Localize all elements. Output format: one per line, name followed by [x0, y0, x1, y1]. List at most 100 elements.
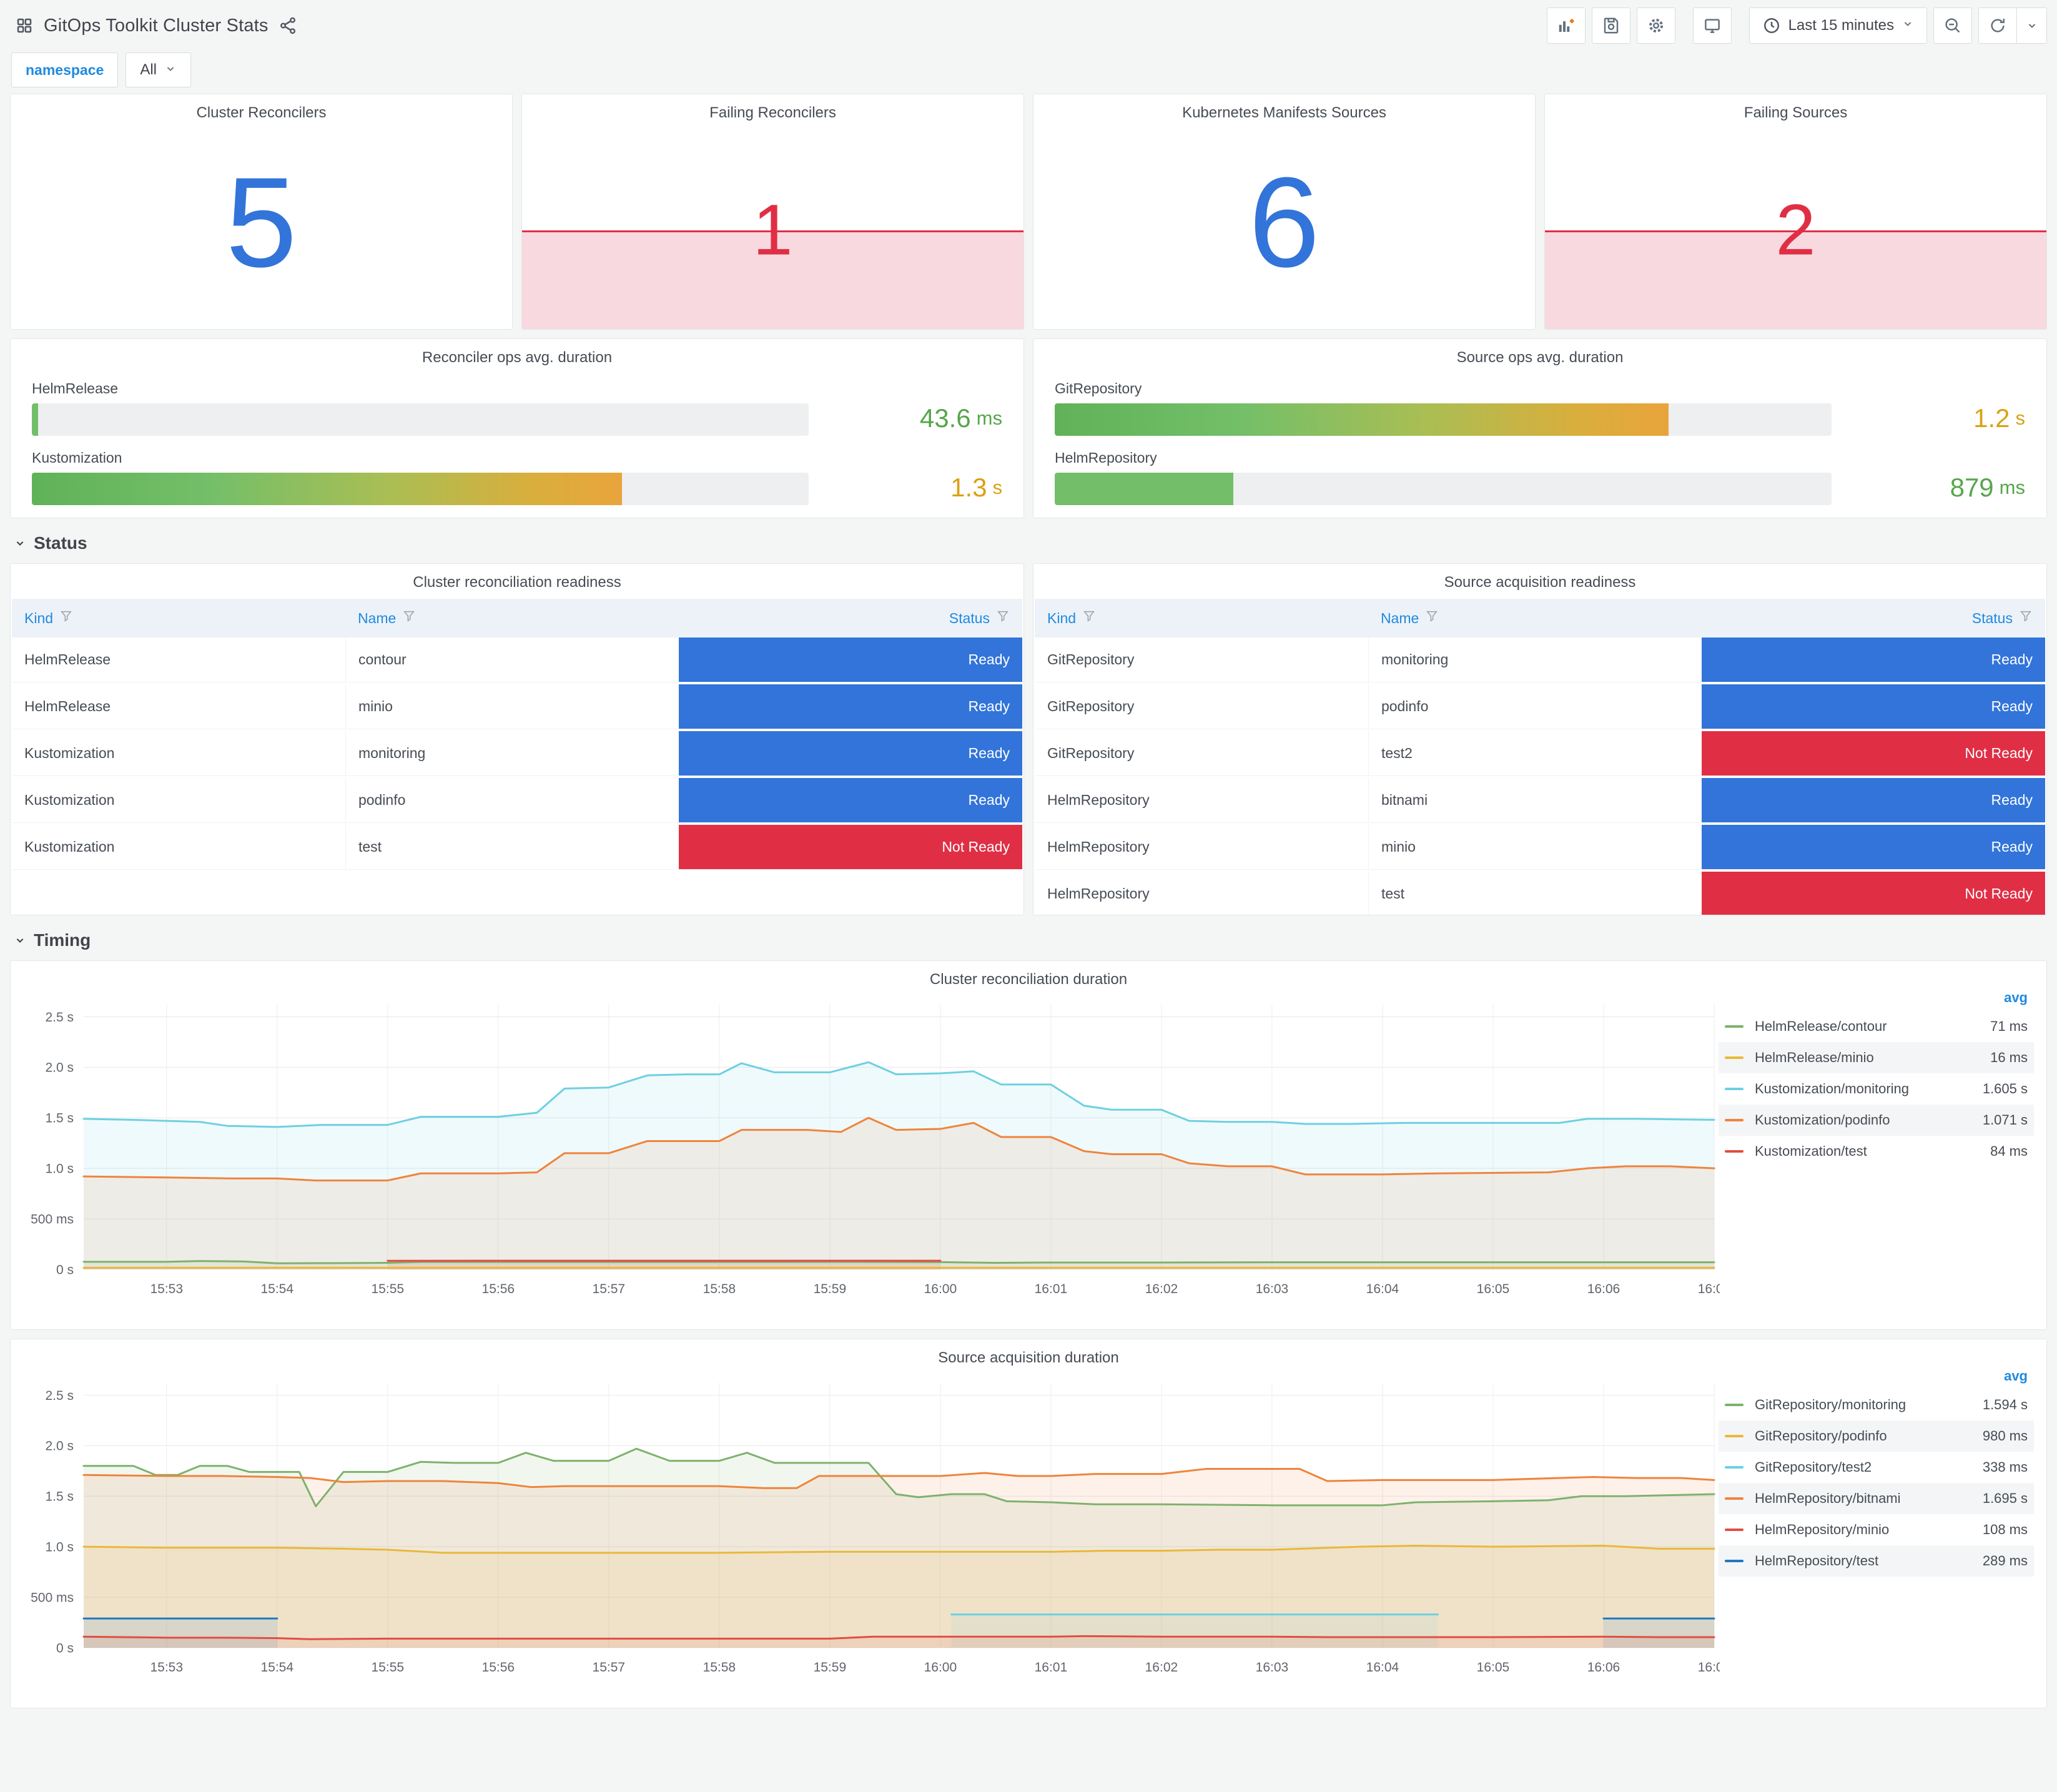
legend-item-helmrepository-bitnami[interactable]: HelmRepository/bitnami 1.695 s: [1719, 1483, 2034, 1514]
filter-icon[interactable]: [59, 609, 73, 627]
legend-item-helmrelease-contour[interactable]: HelmRelease/contour 71 ms: [1719, 1011, 2034, 1042]
timeseries-plot[interactable]: 0 s 500 ms 1.0 s 1.5 s 2.0 s 2.5 s 15:53 15:54 1…: [18, 1374, 1720, 1681]
time-range-picker[interactable]: Last 15 minutes: [1749, 7, 1927, 44]
apps-icon[interactable]: [15, 16, 34, 35]
legend-avg-value: 1.695 s: [1982, 1490, 2028, 1506]
clock-icon: [1762, 16, 1781, 35]
panel-title: Cluster reconciliation duration: [929, 971, 1128, 988]
legend-series-name: Kustomization/monitoring: [1755, 1081, 1910, 1096]
column-header-status[interactable]: Status: [1702, 599, 2045, 638]
svg-text:1.0 s: 1.0 s: [45, 1162, 74, 1176]
table-cell: test: [345, 825, 679, 869]
legend-swatch: [1725, 1150, 1744, 1153]
refresh-interval-dropdown[interactable]: [2017, 7, 2047, 44]
table-cell: HelmRepository: [1035, 872, 1368, 915]
filter-icon[interactable]: [1082, 609, 1096, 627]
namespace-variable-value-dropdown[interactable]: All: [126, 52, 191, 87]
legend-item-gitrepository-monitoring[interactable]: GitRepository/monitoring 1.594 s: [1719, 1389, 2034, 1420]
column-header-kind[interactable]: Kind: [1035, 599, 1368, 638]
legend-item-kustomization-podinfo[interactable]: Kustomization/podinfo 1.071 s: [1719, 1105, 2034, 1136]
save-dashboard-button[interactable]: [1591, 7, 1630, 44]
svg-text:16:02: 16:02: [1145, 1282, 1178, 1296]
gauge-value: 1.3 s: [821, 471, 1002, 504]
table-row: HelmRepository bitnami Ready: [1035, 778, 2045, 823]
legend-item-gitrepository-podinfo[interactable]: GitRepository/podinfo 980 ms: [1719, 1420, 2034, 1452]
legend-series-name: HelmRelease/minio: [1755, 1050, 1874, 1065]
gauge-bar-fill: [32, 473, 623, 505]
legend-item-helmrepository-test[interactable]: HelmRepository/test 289 ms: [1719, 1545, 2034, 1577]
column-header-status[interactable]: Status: [679, 599, 1022, 638]
legend-swatch: [1725, 1119, 1744, 1121]
section-timing[interactable]: Timing: [14, 930, 2047, 950]
column-header-name[interactable]: Name: [1368, 599, 1702, 638]
gauge-label: GitRepository: [1055, 380, 1142, 396]
stat-panel-failing-reconcilers: Failing Reconcilers 1: [521, 94, 1024, 330]
table-row: GitRepository podinfo Ready: [1035, 684, 2045, 729]
svg-text:16:03: 16:03: [1256, 1660, 1289, 1675]
cycle-view-mode-button[interactable]: [1692, 7, 1732, 44]
status-cell: Ready: [1701, 778, 2045, 822]
chevron-down-icon: [164, 62, 177, 78]
legend-item-helmrepository-minio[interactable]: HelmRepository/minio 108 ms: [1719, 1514, 2034, 1545]
time-range-label: Last 15 minutes: [1788, 17, 1894, 34]
section-timing-label: Timing: [34, 930, 91, 950]
top-bar-toolbar: Last 15 minutes: [1546, 7, 2047, 44]
table-panel-cluster-reconciliation-readiness: Cluster reconciliation readiness Kind Name…: [10, 563, 1024, 915]
gauge-label: HelmRepository: [1055, 450, 1157, 466]
panel-title: Cluster Reconcilers: [196, 104, 327, 121]
filter-icon[interactable]: [402, 609, 416, 627]
svg-text:15:56: 15:56: [482, 1282, 515, 1296]
stat-value: 1: [752, 190, 793, 270]
svg-text:15:53: 15:53: [150, 1282, 183, 1296]
timeseries-plot[interactable]: 0 s 500 ms 1.0 s 1.5 s 2.0 s 2.5 s 15:53 15:54 1…: [18, 996, 1720, 1303]
legend-series-name: HelmRepository/bitnami: [1755, 1490, 1901, 1506]
table-cell: monitoring: [1368, 638, 1702, 682]
svg-text:2.5 s: 2.5 s: [45, 1010, 74, 1025]
column-header-name[interactable]: Name: [345, 599, 679, 638]
gauge-value-unit: ms: [976, 407, 1002, 429]
chevron-down-icon: [16, 541, 24, 546]
svg-text:500 ms: 500 ms: [31, 1590, 74, 1605]
gauge-row-kustomization: Kustomization 1.3 s: [32, 450, 1002, 505]
legend-avg-value: 108 ms: [1982, 1522, 2028, 1537]
legend-item-kustomization-monitoring[interactable]: Kustomization/monitoring 1.605 s: [1719, 1073, 2034, 1105]
legend-avg-value: 1.594 s: [1982, 1397, 2028, 1412]
table-row: GitRepository test2 Not Ready: [1035, 731, 2045, 776]
legend-swatch: [1725, 1025, 1744, 1028]
svg-text:2.0 s: 2.0 s: [45, 1439, 74, 1454]
svg-text:16:05: 16:05: [1477, 1660, 1510, 1675]
table-cell: GitRepository: [1035, 731, 1368, 775]
zoom-out-time-button[interactable]: [1933, 7, 1972, 44]
refresh-button[interactable]: [1978, 7, 2017, 44]
table-row: Kustomization podinfo Ready: [12, 778, 1022, 823]
top-bar: GitOps Toolkit Cluster Stats Last 15 min…: [10, 5, 2047, 46]
legend-item-kustomization-test[interactable]: Kustomization/test 84 ms: [1719, 1136, 2034, 1167]
share-icon[interactable]: [279, 16, 297, 35]
stat-panel-failing-sources: Failing Sources 2: [1544, 94, 2047, 330]
dashboard-settings-button[interactable]: [1636, 7, 1675, 44]
svg-text:16:06: 16:06: [1587, 1282, 1620, 1296]
gauge-value-unit: s: [992, 476, 1003, 498]
filter-icon[interactable]: [1425, 609, 1439, 627]
filter-icon[interactable]: [2019, 609, 2033, 627]
table-cell: GitRepository: [1035, 684, 1368, 729]
column-header-label: Status: [1971, 609, 2013, 626]
namespace-variable-label[interactable]: namespace: [11, 52, 119, 87]
add-panel-button[interactable]: [1546, 7, 1586, 44]
filter-icon[interactable]: [996, 609, 1010, 627]
svg-text:16:03: 16:03: [1256, 1282, 1289, 1296]
legend-avg-value: 1.071 s: [1982, 1112, 2028, 1128]
column-header-kind[interactable]: Kind: [12, 599, 345, 638]
panel-title: Reconciler ops avg. duration: [422, 349, 613, 366]
svg-text:15:57: 15:57: [593, 1282, 626, 1296]
section-status[interactable]: Status: [14, 533, 2047, 553]
legend-item-gitrepository-test2[interactable]: GitRepository/test2 338 ms: [1719, 1452, 2034, 1483]
svg-text:15:55: 15:55: [372, 1660, 405, 1675]
svg-text:16:02: 16:02: [1145, 1660, 1178, 1675]
svg-text:16:06: 16:06: [1587, 1660, 1620, 1675]
legend-avg-header: avg: [2004, 1368, 2028, 1384]
table-cell: podinfo: [1368, 684, 1702, 729]
stat-value: 2: [1775, 190, 1816, 270]
legend-item-helmrelease-minio[interactable]: HelmRelease/minio 16 ms: [1719, 1042, 2034, 1073]
gauge-bar-track: [1055, 473, 1832, 505]
